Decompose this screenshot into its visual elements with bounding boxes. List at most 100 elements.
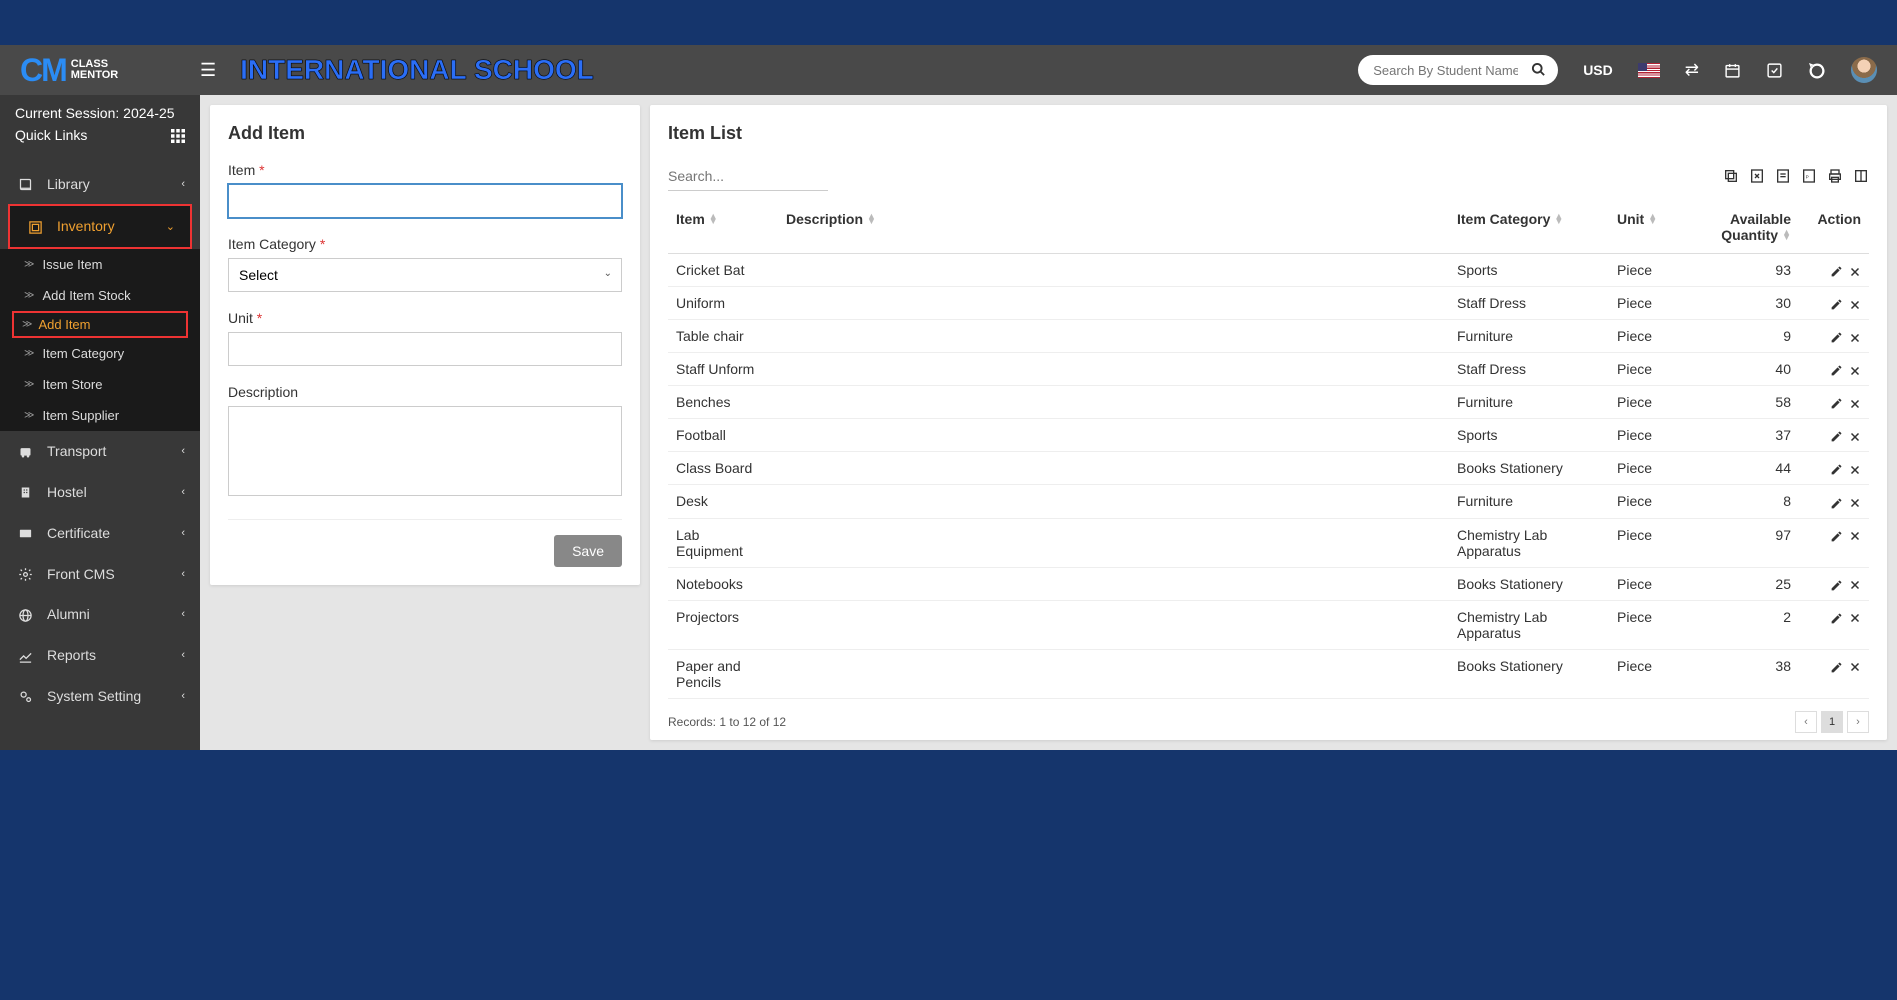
table-row: Lab EquipmentChemistry Lab ApparatusPiec… (668, 518, 1869, 567)
student-search-input[interactable] (1358, 55, 1558, 85)
cell-action (1799, 567, 1869, 600)
sub-item-label: Item Category (42, 346, 124, 361)
delete-icon[interactable] (1849, 659, 1861, 674)
col-unit[interactable]: Unit▲▼ (1609, 201, 1669, 254)
col-item[interactable]: Item▲▼ (668, 201, 778, 254)
sidebar-item-system-setting[interactable]: System Setting ‹ (0, 676, 200, 717)
globe-icon (15, 606, 35, 623)
quick-links[interactable]: Quick Links (15, 127, 185, 143)
card-icon (15, 524, 35, 541)
delete-icon[interactable] (1849, 610, 1861, 625)
search-icon[interactable] (1531, 61, 1546, 79)
session-info: Current Session: 2024-25 Quick Links (0, 95, 200, 153)
item-input[interactable] (228, 184, 622, 218)
copy-icon[interactable] (1723, 168, 1739, 186)
col-quantity[interactable]: Available Quantity▲▼ (1669, 201, 1799, 254)
delete-icon[interactable] (1849, 494, 1861, 509)
edit-icon[interactable] (1830, 362, 1843, 377)
delete-icon[interactable] (1849, 428, 1861, 443)
cell-desc (778, 287, 1449, 320)
cell-action (1799, 600, 1869, 649)
cell-desc (778, 649, 1449, 698)
page-1[interactable]: 1 (1821, 711, 1843, 733)
edit-icon[interactable] (1830, 263, 1843, 278)
sidebar-item-reports[interactable]: Reports ‹ (0, 635, 200, 676)
edit-icon[interactable] (1830, 494, 1843, 509)
edit-icon[interactable] (1830, 577, 1843, 592)
col-description[interactable]: Description▲▼ (778, 201, 1449, 254)
list-header: P (668, 162, 1869, 191)
sidebar-item-transport[interactable]: Transport ‹ (0, 431, 200, 472)
print-icon[interactable] (1827, 168, 1843, 186)
check-icon[interactable] (1766, 60, 1783, 80)
unit-input[interactable] (228, 332, 622, 366)
table-row: Class BoardBooks StationeryPiece44 (668, 452, 1869, 485)
sub-item-category[interactable]: Item Category (0, 338, 200, 369)
logo-mark: CM (20, 52, 66, 89)
edit-icon[interactable] (1830, 461, 1843, 476)
cell-item: Projectors (668, 600, 778, 649)
delete-icon[interactable] (1849, 362, 1861, 377)
header-bar: CM CLASSMENTOR ☰ INTERNATIONAL SCHOOL US… (0, 45, 1897, 95)
calendar-icon[interactable] (1724, 60, 1741, 80)
swap-icon[interactable]: ⇄ (1685, 60, 1699, 80)
category-select[interactable]: Select (228, 258, 622, 292)
edit-icon[interactable] (1830, 395, 1843, 410)
cell-desc (778, 386, 1449, 419)
table-header-row: Item▲▼ Description▲▼ Item Category▲▼ Uni… (668, 201, 1869, 254)
edit-icon[interactable] (1830, 296, 1843, 311)
export-icons: P (1723, 168, 1869, 186)
sidebar-item-alumni[interactable]: Alumni ‹ (0, 594, 200, 635)
delete-icon[interactable] (1849, 329, 1861, 344)
whatsapp-icon[interactable] (1808, 60, 1826, 80)
page-prev[interactable]: ‹ (1795, 711, 1817, 733)
cell-qty: 38 (1669, 649, 1799, 698)
main-wrap: Current Session: 2024-25 Quick Links Lib… (0, 95, 1897, 750)
menu-toggle-icon[interactable]: ☰ (200, 60, 216, 81)
edit-icon[interactable] (1830, 528, 1843, 543)
sidebar-item-certificate[interactable]: Certificate ‹ (0, 512, 200, 553)
edit-icon[interactable] (1830, 329, 1843, 344)
columns-icon[interactable] (1853, 168, 1869, 186)
excel-icon[interactable] (1749, 168, 1765, 186)
sub-item-store[interactable]: Item Store (0, 369, 200, 400)
flag-icon[interactable] (1638, 63, 1660, 78)
delete-icon[interactable] (1849, 395, 1861, 410)
list-search-input[interactable] (668, 162, 828, 191)
delete-icon[interactable] (1849, 296, 1861, 311)
pdf-icon[interactable]: P (1801, 168, 1817, 186)
delete-icon[interactable] (1849, 528, 1861, 543)
delete-icon[interactable] (1849, 263, 1861, 278)
cell-action (1799, 287, 1869, 320)
sub-item-add-stock[interactable]: Add Item Stock (0, 280, 200, 311)
cell-item: Lab Equipment (668, 518, 778, 567)
sidebar-item-library[interactable]: Library ‹ (0, 163, 200, 204)
cell-item: Football (668, 419, 778, 452)
csv-icon[interactable] (1775, 168, 1791, 186)
table-row: FootballSportsPiece37 (668, 419, 1869, 452)
description-textarea[interactable] (228, 406, 622, 496)
delete-icon[interactable] (1849, 577, 1861, 592)
sub-item-supplier[interactable]: Item Supplier (0, 400, 200, 431)
required-mark: * (320, 236, 325, 252)
edit-icon[interactable] (1830, 610, 1843, 625)
sidebar-item-inventory[interactable]: Inventory ⌄ (10, 206, 190, 247)
col-category[interactable]: Item Category▲▼ (1449, 201, 1609, 254)
save-button[interactable]: Save (554, 535, 622, 567)
table-row: Paper and PencilsBooks StationeryPiece38 (668, 649, 1869, 698)
sidebar-item-frontcms[interactable]: Front CMS ‹ (0, 553, 200, 594)
page-next[interactable]: › (1847, 711, 1869, 733)
sub-item-add-item[interactable]: Add Item (12, 311, 188, 338)
edit-icon[interactable] (1830, 428, 1843, 443)
currency-label[interactable]: USD (1583, 62, 1613, 78)
select-wrap: Select ⌄ (228, 258, 622, 292)
sidebar-item-hostel[interactable]: Hostel ‹ (0, 472, 200, 513)
cell-unit: Piece (1609, 254, 1669, 287)
inventory-icon (25, 218, 45, 235)
sub-item-issue-item[interactable]: Issue Item (0, 249, 200, 280)
avatar[interactable] (1851, 57, 1877, 83)
delete-icon[interactable] (1849, 461, 1861, 476)
logo[interactable]: CM CLASSMENTOR (20, 52, 118, 89)
edit-icon[interactable] (1830, 659, 1843, 674)
sub-item-label: Item Store (42, 377, 102, 392)
